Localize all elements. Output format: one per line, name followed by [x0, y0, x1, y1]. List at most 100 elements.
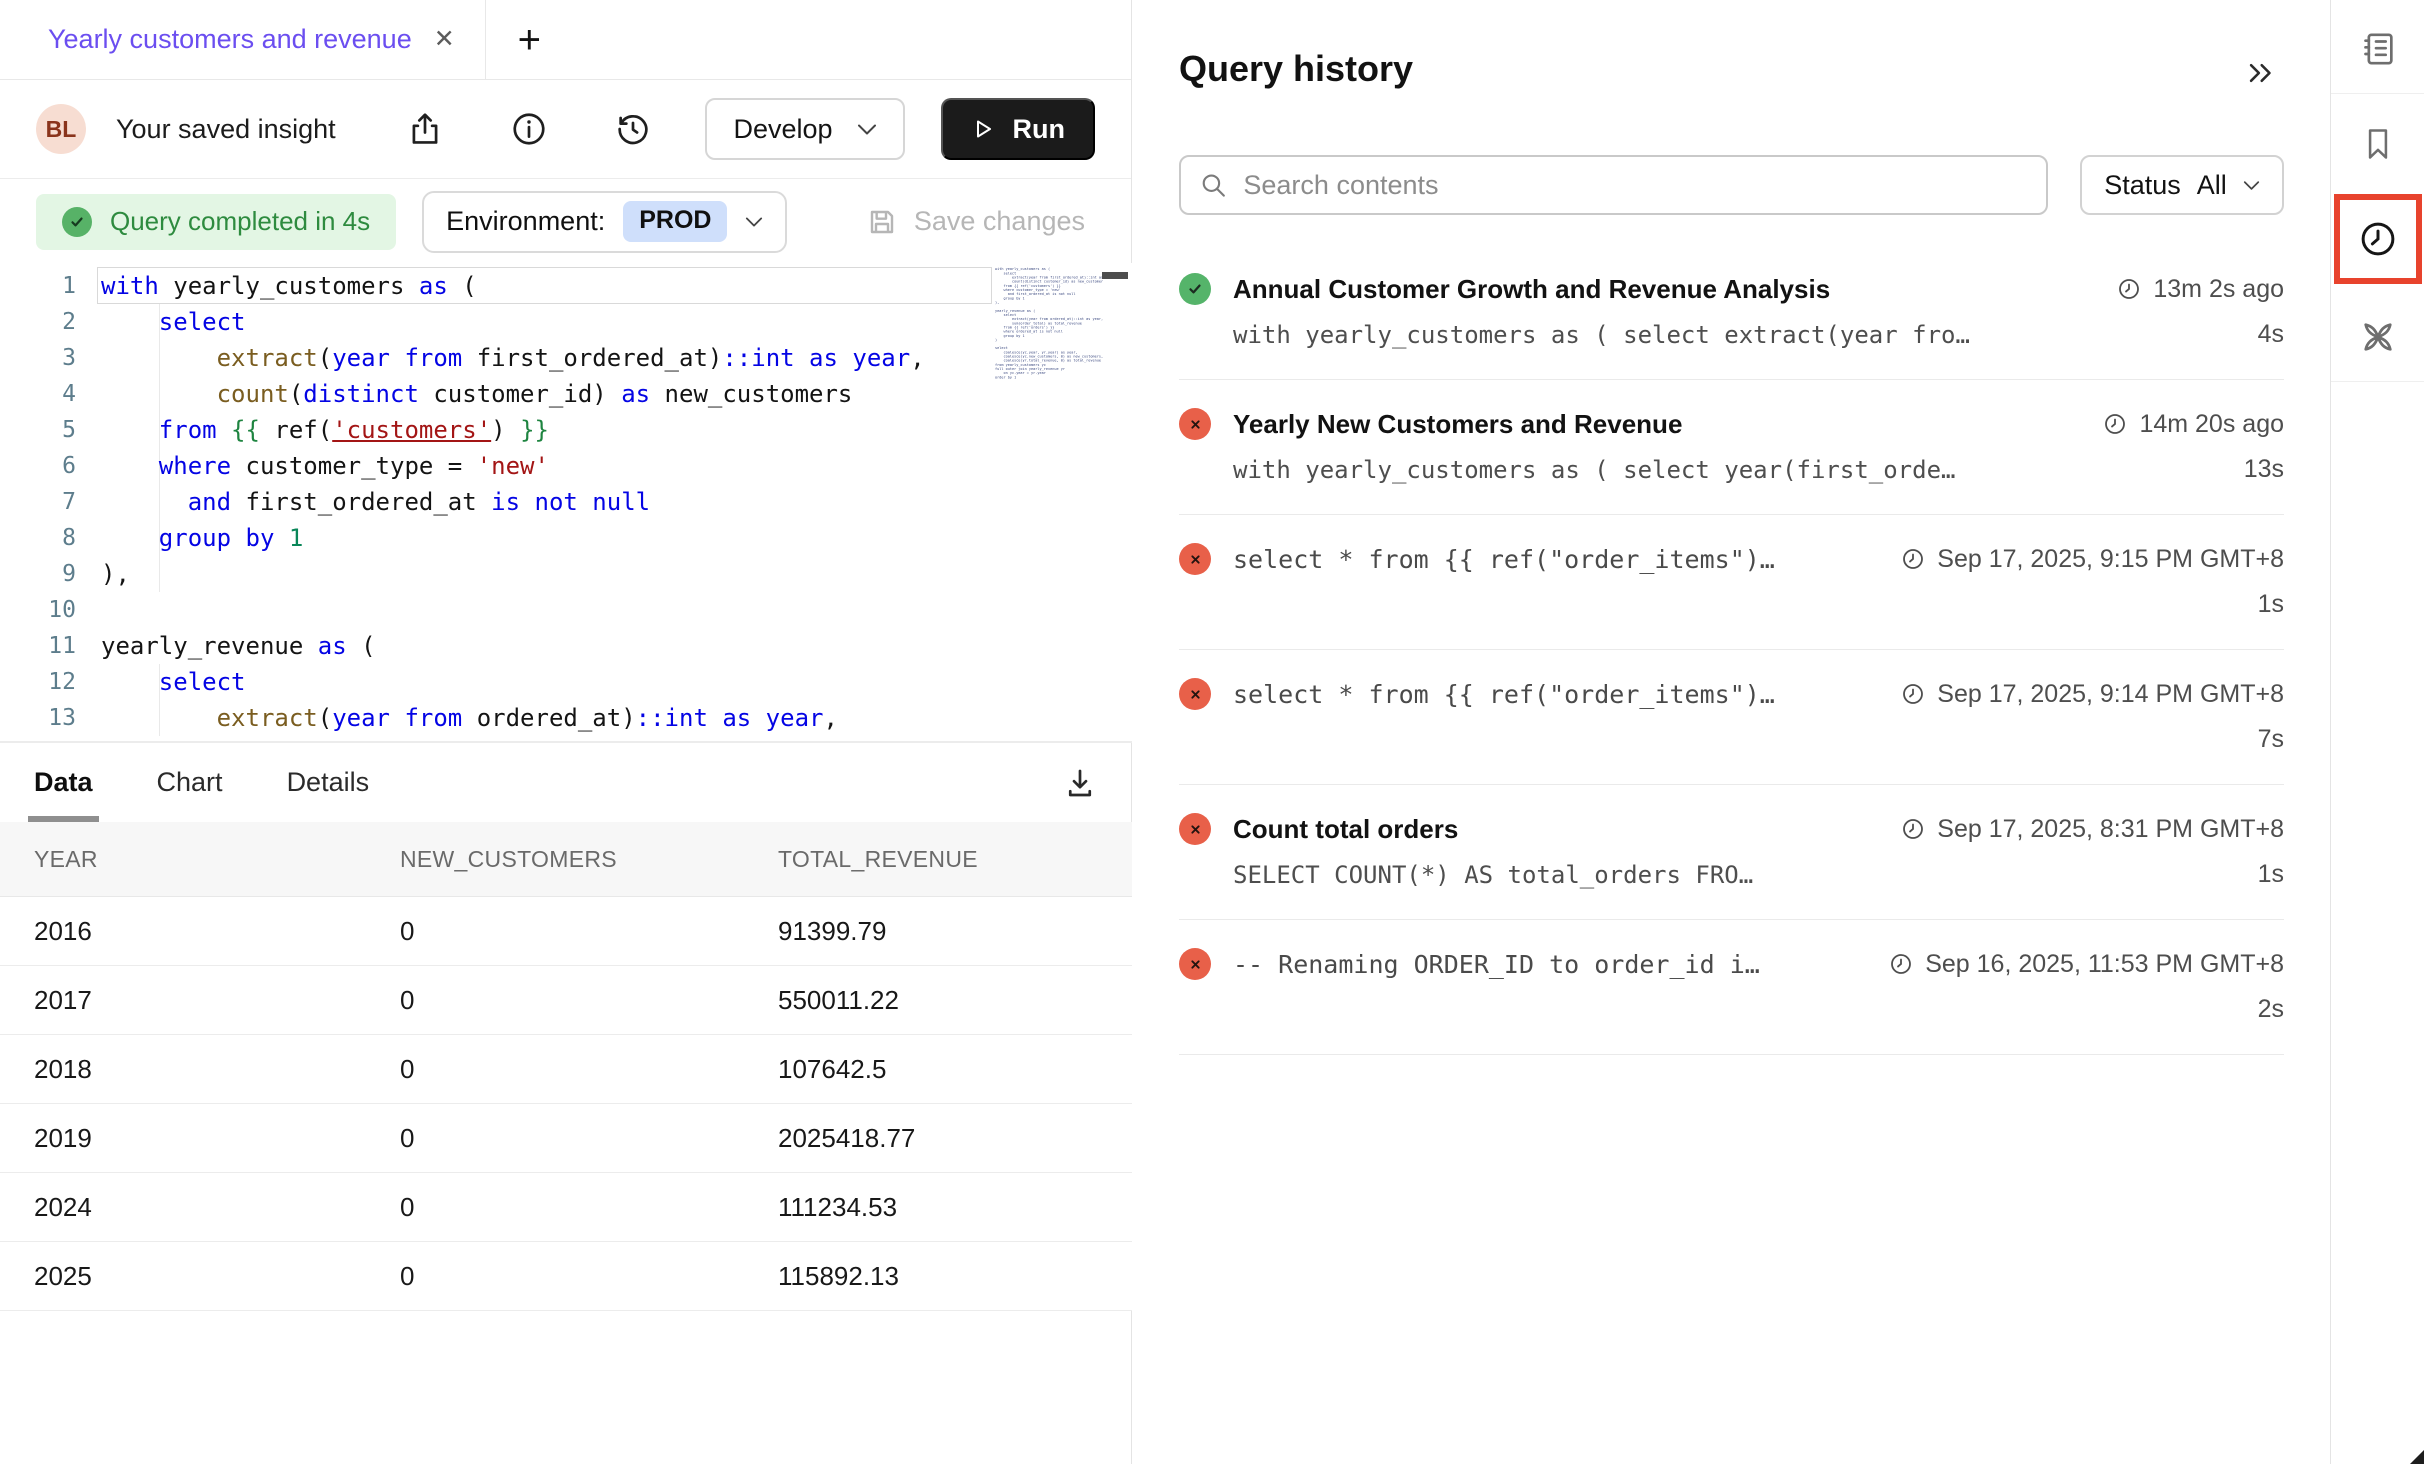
error-status-icon	[1179, 408, 1211, 440]
history-item-title: Yearly New Customers and Revenue	[1233, 409, 1682, 440]
share-button[interactable]	[405, 109, 445, 149]
window-resize-handle[interactable]	[2410, 1450, 2424, 1464]
code-area[interactable]: with yearly_customers as ( select extrac…	[101, 268, 994, 736]
history-item-time: Sep 17, 2025, 9:14 PM GMT+8	[1937, 680, 2284, 709]
code-line: count(distinct customer_id) as new_custo…	[101, 376, 994, 412]
code-line: from {{ ref('customers') }}	[101, 412, 994, 448]
history-item-time: Sep 16, 2025, 11:53 PM GMT+8	[1925, 950, 2284, 979]
query-history-panel: Query history Status All Annual Customer…	[1133, 0, 2330, 1464]
status-filter-label: Status	[2104, 170, 2181, 201]
query-history-tool-button-active[interactable]	[2334, 194, 2422, 284]
history-item-time: Sep 17, 2025, 8:31 PM GMT+8	[1937, 815, 2284, 844]
table-row: 201902025418.77	[0, 1104, 1132, 1173]
develop-dropdown[interactable]: Develop	[705, 98, 904, 160]
owner-label: Your saved insight	[116, 114, 336, 145]
bookmarks-button[interactable]	[2359, 125, 2397, 163]
history-item[interactable]: Yearly New Customers and Revenue 14m 20s…	[1179, 380, 2284, 515]
dbt-icon	[2357, 316, 2399, 358]
info-button[interactable]	[509, 109, 549, 149]
dbt-button[interactable]	[2357, 316, 2399, 358]
history-icon	[614, 110, 652, 148]
history-item[interactable]: Count total orders Sep 17, 2025, 8:31 PM…	[1179, 785, 2284, 920]
bookmark-icon	[2359, 125, 2397, 163]
save-icon	[866, 206, 898, 238]
history-item-time: 13m 2s ago	[2153, 275, 2284, 304]
history-item[interactable]: Annual Customer Growth and Revenue Analy…	[1179, 245, 2284, 380]
tab-close-icon[interactable]: ✕	[434, 27, 455, 52]
collapse-panel-button[interactable]	[2244, 58, 2278, 88]
search-box[interactable]	[1179, 155, 2048, 215]
clock-icon	[1889, 952, 1913, 976]
success-check-icon	[62, 207, 92, 237]
share-icon	[406, 110, 444, 148]
tab-details[interactable]: Details	[287, 743, 370, 822]
history-item-time: 14m 20s ago	[2139, 410, 2284, 439]
history-item[interactable]: select * from {{ ref("order_items")… Sep…	[1179, 650, 2284, 785]
tab-yearly-customers-and-revenue[interactable]: Yearly customers and revenue ✕	[0, 0, 486, 79]
column-header-new-customers: NEW_CUSTOMERS	[400, 846, 778, 873]
code-line: ),	[101, 556, 994, 592]
notebook-button[interactable]	[2358, 29, 2398, 69]
column-header-total-revenue: TOTAL_REVENUE	[778, 846, 1132, 873]
history-item-title: Count total orders	[1233, 814, 1458, 845]
editor-scrollbar-thumb[interactable]	[1102, 272, 1128, 279]
run-label: Run	[1013, 114, 1065, 145]
clock-icon	[2117, 277, 2141, 301]
history-item[interactable]: select * from {{ ref("order_items")… Sep…	[1179, 515, 2284, 650]
tab-data[interactable]: Data	[34, 743, 93, 822]
results-table: 2016091399.79 20170550011.22 20180107642…	[0, 897, 1132, 1311]
divider	[2331, 381, 2424, 382]
history-clock-icon	[2357, 218, 2399, 260]
editor-minimap[interactable]: with yearly_customers as ( select extrac…	[995, 267, 1103, 737]
line-number-gutter: 1 2 3 4 5 6 7 8 9 10 11 12 13	[0, 268, 76, 736]
download-results-button[interactable]	[1062, 765, 1098, 801]
clock-icon	[2103, 412, 2127, 436]
table-row: 20250115892.13	[0, 1242, 1132, 1311]
double-chevron-right-icon	[2244, 58, 2278, 88]
editor-tabbar: Yearly customers and revenue ✕ +	[0, 0, 1131, 80]
version-history-button[interactable]	[613, 109, 653, 149]
table-row: 20170550011.22	[0, 966, 1132, 1035]
code-line: where customer_type = 'new'	[101, 448, 994, 484]
success-status-icon	[1179, 273, 1211, 305]
error-status-icon	[1179, 543, 1211, 575]
code-line: select	[101, 664, 994, 700]
code-line: select	[101, 304, 994, 340]
tab-chart[interactable]: Chart	[157, 743, 223, 822]
query-status-pill: Query completed in 4s	[36, 194, 396, 250]
query-status-text: Query completed in 4s	[110, 206, 370, 237]
history-item-duration: 1s	[2238, 860, 2284, 889]
divider	[2331, 93, 2424, 94]
run-button[interactable]: Run	[941, 98, 1095, 160]
column-header-year: YEAR	[0, 846, 400, 873]
history-item-time: Sep 17, 2025, 9:15 PM GMT+8	[1937, 545, 2284, 574]
insight-toolbar: BL Your saved insight Develop	[0, 80, 1131, 179]
save-changes-label: Save changes	[914, 206, 1085, 237]
info-icon	[510, 110, 548, 148]
error-status-icon	[1179, 678, 1211, 710]
query-status-row: Query completed in 4s Environment: PROD …	[0, 180, 1131, 263]
history-item-duration: 7s	[2238, 725, 2284, 754]
table-row: 2016091399.79	[0, 897, 1132, 966]
query-editor-panel: Yearly customers and revenue ✕ + BL Your…	[0, 0, 1132, 1464]
history-item-title: select * from {{ ref("order_items")…	[1233, 545, 1775, 574]
code-line	[101, 592, 994, 628]
table-row: 20180107642.5	[0, 1035, 1132, 1104]
environment-selector[interactable]: Environment: PROD	[422, 191, 787, 253]
history-item[interactable]: -- Renaming ORDER_ID to order_id i… Sep …	[1179, 920, 2284, 1055]
history-item-title: -- Renaming ORDER_ID to order_id i…	[1233, 950, 1760, 979]
notebook-icon	[2358, 29, 2398, 69]
history-item-snippet: SELECT COUNT(*) AS total_orders FRO…	[1233, 861, 1753, 889]
chevron-down-icon	[745, 216, 763, 228]
play-icon	[971, 117, 995, 141]
develop-label: Develop	[733, 114, 832, 145]
search-icon	[1199, 170, 1227, 200]
save-changes-button[interactable]: Save changes	[866, 206, 1085, 238]
query-history-list: Annual Customer Growth and Revenue Analy…	[1179, 245, 2284, 1055]
search-input[interactable]	[1243, 170, 2028, 201]
results-tabbar: Data Chart Details	[0, 742, 1132, 822]
history-item-snippet: with yearly_customers as ( select extrac…	[1233, 321, 1970, 349]
status-filter-dropdown[interactable]: Status All	[2080, 155, 2284, 215]
new-tab-button[interactable]: +	[518, 20, 541, 60]
sql-editor[interactable]: 1 2 3 4 5 6 7 8 9 10 11 12 13 with yearl…	[0, 263, 1132, 742]
